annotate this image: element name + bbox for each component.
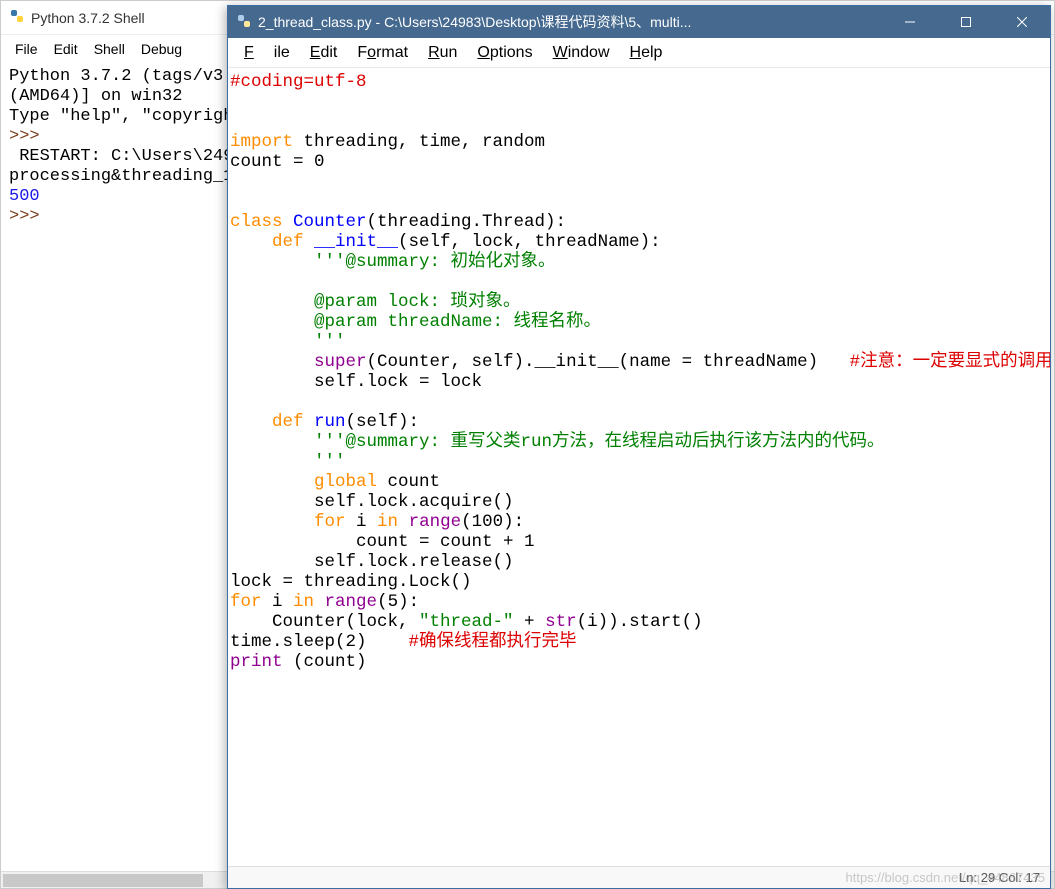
shell-menu-debug[interactable]: Debug: [133, 39, 190, 59]
editor-menu-help[interactable]: Help: [620, 42, 673, 64]
maximize-button[interactable]: [938, 6, 994, 38]
editor-titlebar[interactable]: 2_thread_class.py - C:\Users\24983\Deskt…: [228, 6, 1050, 38]
shell-prompt: >>>: [9, 207, 50, 226]
python-icon: [236, 13, 252, 32]
editor-menubar: File Edit Format Run Options Window Help: [228, 38, 1050, 68]
editor-menu-edit[interactable]: Edit: [300, 42, 348, 64]
watermark-text: https://blog.csdn.net/qq_44867435: [846, 870, 1046, 885]
code-editor[interactable]: #coding=utf-8 import threading, time, ra…: [228, 68, 1050, 866]
close-button[interactable]: [994, 6, 1050, 38]
editor-menu-window[interactable]: Window: [543, 42, 620, 64]
window-controls: [882, 6, 1050, 38]
idle-editor-window: 2_thread_class.py - C:\Users\24983\Deskt…: [227, 5, 1051, 889]
editor-menu-run[interactable]: Run: [418, 42, 467, 64]
editor-title-text: 2_thread_class.py - C:\Users\24983\Deskt…: [258, 12, 691, 32]
shell-menu-edit[interactable]: Edit: [46, 39, 86, 59]
scrollbar-thumb[interactable]: [3, 874, 203, 887]
minimize-button[interactable]: [882, 6, 938, 38]
editor-menu-format[interactable]: Format: [347, 42, 418, 64]
shell-menu-shell[interactable]: Shell: [86, 39, 133, 59]
editor-menu-file[interactable]: File: [234, 42, 300, 64]
shell-menu-file[interactable]: File: [7, 39, 46, 59]
editor-menu-options[interactable]: Options: [467, 42, 542, 64]
shell-title-text: Python 3.7.2 Shell: [31, 10, 145, 26]
python-icon: [9, 8, 25, 27]
shell-output-value: 500: [9, 187, 40, 206]
shell-prompt: >>>: [9, 127, 50, 146]
